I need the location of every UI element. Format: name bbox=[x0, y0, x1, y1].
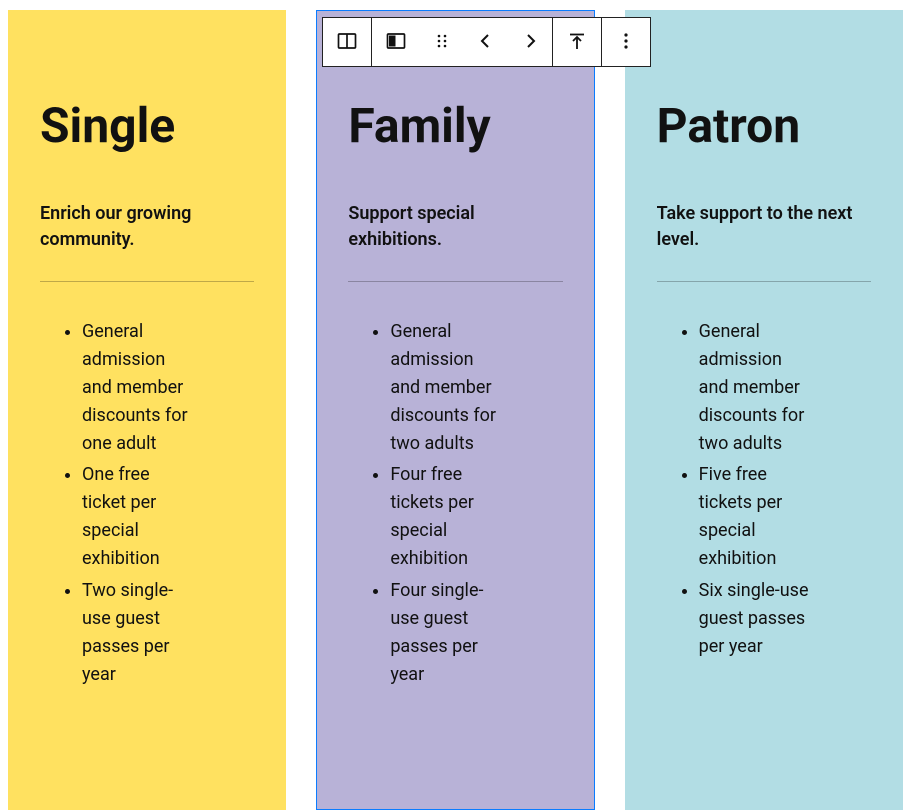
list-item: General admission and member discounts f… bbox=[390, 318, 562, 457]
list-item: Two single-use guest passes per year bbox=[82, 577, 254, 689]
column-patron[interactable]: Patron Take support to the next level. G… bbox=[625, 10, 903, 810]
tier-tagline: Support special exhibitions. bbox=[348, 201, 562, 253]
chevron-right-icon bbox=[518, 29, 542, 56]
move-left-button[interactable] bbox=[464, 18, 508, 66]
tier-title: Single bbox=[40, 100, 254, 153]
list-item: Four free tickets per special exhibition bbox=[390, 461, 562, 573]
pricing-columns: Single Enrich our growing community. Gen… bbox=[0, 0, 911, 810]
separator bbox=[657, 281, 871, 282]
list-item: Five free tickets per special exhibition bbox=[699, 461, 871, 573]
columns-icon bbox=[335, 29, 359, 56]
benefits-list: General admission and member discounts f… bbox=[40, 318, 254, 689]
column-family[interactable]: Family Support special exhibitions. Gene… bbox=[316, 10, 594, 810]
parent-block-button[interactable] bbox=[323, 18, 371, 66]
separator bbox=[348, 281, 562, 282]
more-vertical-icon bbox=[614, 29, 638, 56]
list-item: General admission and member discounts f… bbox=[699, 318, 871, 457]
drag-handle-icon bbox=[430, 29, 454, 56]
drag-handle-button[interactable] bbox=[420, 18, 464, 66]
column-icon bbox=[384, 29, 408, 56]
list-item: Four single-use guest passes per year bbox=[390, 577, 562, 689]
move-right-button[interactable] bbox=[508, 18, 552, 66]
list-item: Six single-use guest passes per year bbox=[699, 577, 871, 661]
benefits-list: General admission and member discounts f… bbox=[348, 318, 562, 689]
list-item: General admission and member discounts f… bbox=[82, 318, 254, 457]
vertical-align-button[interactable] bbox=[553, 18, 601, 66]
options-button[interactable] bbox=[602, 18, 650, 66]
chevron-left-icon bbox=[474, 29, 498, 56]
tier-title: Patron bbox=[657, 100, 871, 153]
benefits-list: General admission and member discounts f… bbox=[657, 318, 871, 661]
tier-tagline: Enrich our growing community. bbox=[40, 201, 254, 253]
separator bbox=[40, 281, 254, 282]
column-single[interactable]: Single Enrich our growing community. Gen… bbox=[8, 10, 286, 810]
vertical-align-top-icon bbox=[565, 29, 589, 56]
list-item: One free ticket per special exhibition bbox=[82, 461, 254, 573]
block-toolbar bbox=[322, 17, 651, 67]
block-type-button[interactable] bbox=[372, 18, 420, 66]
tier-tagline: Take support to the next level. bbox=[657, 201, 871, 253]
tier-title: Family bbox=[348, 100, 562, 153]
